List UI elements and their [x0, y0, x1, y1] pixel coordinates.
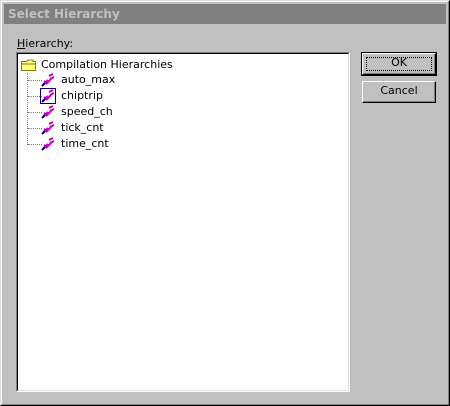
tree-item[interactable]: speed_ch [40, 104, 340, 120]
window-title: Select Hierarchy [8, 7, 120, 21]
select-hierarchy-dialog: Select Hierarchy Hierarchy: Compilation … [0, 0, 450, 406]
hierarchy-label: Hierarchy: [17, 37, 73, 50]
hierarchy-cell-icon [41, 137, 55, 151]
hierarchy-cell-icon [41, 73, 55, 87]
tree-item-label: auto_max [61, 73, 116, 86]
hierarchy-tree[interactable]: Compilation Hierarchies auto_max chiptri… [16, 52, 350, 392]
hierarchy-cell-icon [41, 105, 55, 119]
tree-item[interactable]: time_cnt [40, 136, 340, 152]
tree-item[interactable]: tick_cnt [40, 120, 340, 136]
tree-root-label: Compilation Hierarchies [41, 58, 173, 71]
tree-item[interactable]: auto_max [40, 72, 340, 88]
dialog-frame: Select Hierarchy Hierarchy: Compilation … [1, 1, 449, 405]
tree-item-label: speed_ch [61, 105, 113, 118]
hierarchy-cell-icon [41, 121, 55, 135]
tree-item-label: time_cnt [61, 137, 109, 150]
tree-connector-vertical [27, 73, 29, 145]
selection-focus-box [40, 88, 56, 104]
title-bar[interactable]: Select Hierarchy [4, 4, 446, 24]
folder-icon [21, 59, 36, 71]
cancel-button-label: Cancel [380, 84, 418, 97]
ok-button-label: OK [391, 56, 407, 69]
tree-item-label: tick_cnt [61, 121, 104, 134]
ok-button[interactable]: OK [361, 52, 437, 76]
hierarchy-label-text: ierarchy: [25, 37, 74, 50]
tree-item-selected[interactable]: chiptrip [40, 88, 340, 104]
hierarchy-tree-inner: Compilation Hierarchies auto_max chiptri… [17, 53, 349, 391]
tree-root-node[interactable]: Compilation Hierarchies [21, 57, 341, 73]
cancel-button[interactable]: Cancel [362, 81, 436, 103]
tree-item-label: chiptrip [61, 89, 103, 102]
